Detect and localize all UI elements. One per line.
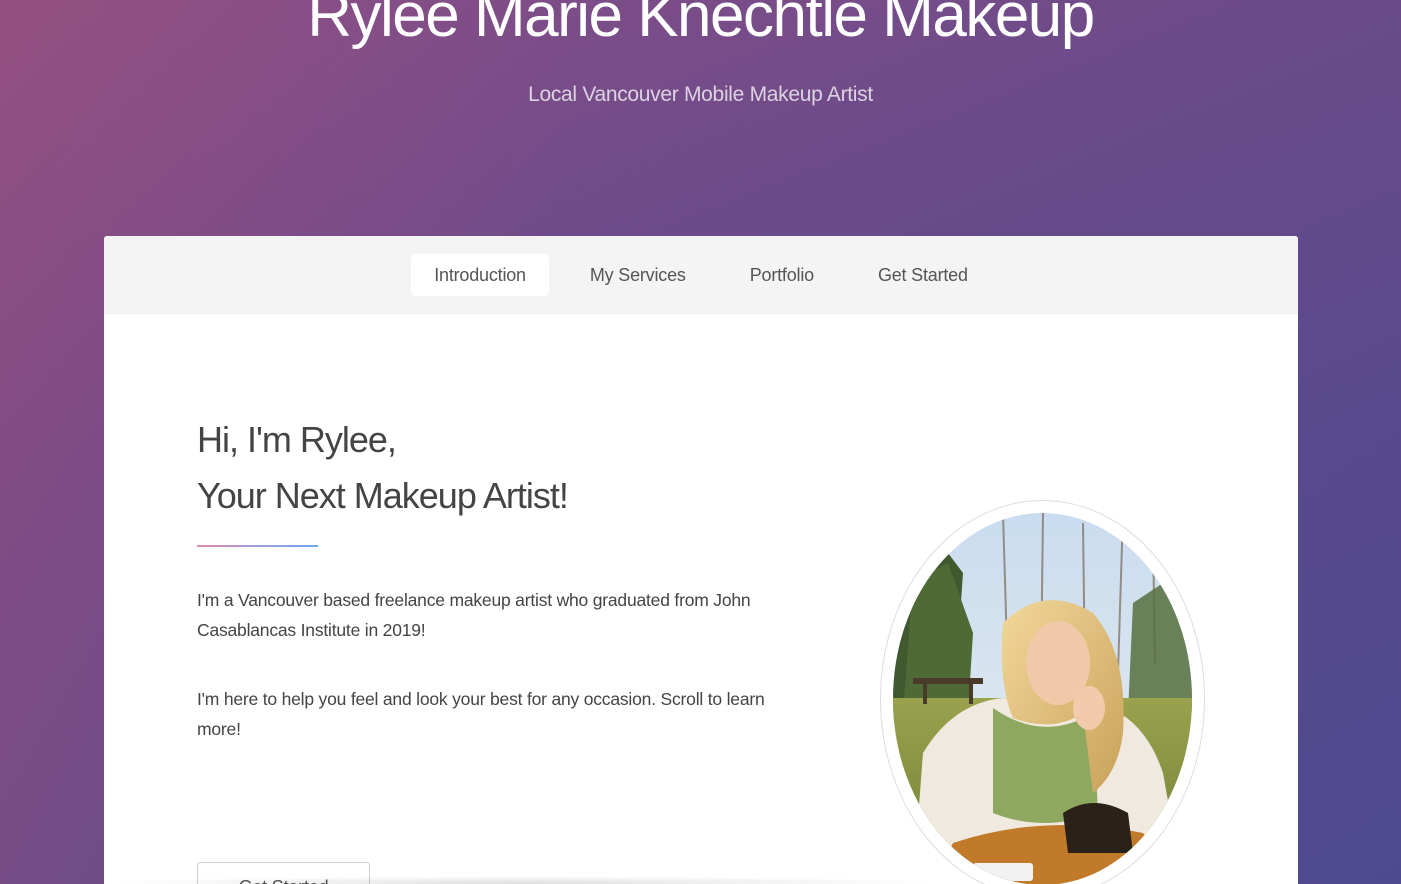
intro-section: Hi, I'm Rylee, Your Next Makeup Artist! … [104, 314, 1298, 884]
intro-paragraph-1: I'm a Vancouver based freelance makeup a… [197, 590, 751, 640]
profile-photo [893, 513, 1192, 884]
intro-paragraph-2: I'm here to help you feel and look your … [197, 689, 765, 739]
nav-item-portfolio[interactable]: Portfolio [727, 254, 837, 296]
nav-item-introduction[interactable]: Introduction [411, 253, 549, 296]
section-nav: Introduction My Services Portfolio Get S… [104, 236, 1298, 314]
scroll-shadow [104, 876, 944, 884]
headline-line-1: Hi, I'm Rylee, [197, 419, 397, 460]
nav-item-my-services[interactable]: My Services [567, 254, 709, 296]
headline-line-2: Your Next Makeup Artist! [197, 475, 569, 516]
site-subtitle: Local Vancouver Mobile Makeup Artist [528, 83, 873, 106]
site-header: Rylee Marie Knechtle Makeup Local Vancou… [0, 0, 1401, 236]
gradient-divider [197, 545, 318, 547]
main-card: Introduction My Services Portfolio Get S… [104, 236, 1298, 884]
portrait-frame [880, 500, 1205, 884]
nav-item-get-started[interactable]: Get Started [855, 254, 991, 296]
site-title: Rylee Marie Knechtle Makeup [307, 0, 1095, 50]
intro-headline: Hi, I'm Rylee, Your Next Makeup Artist! [197, 412, 797, 524]
